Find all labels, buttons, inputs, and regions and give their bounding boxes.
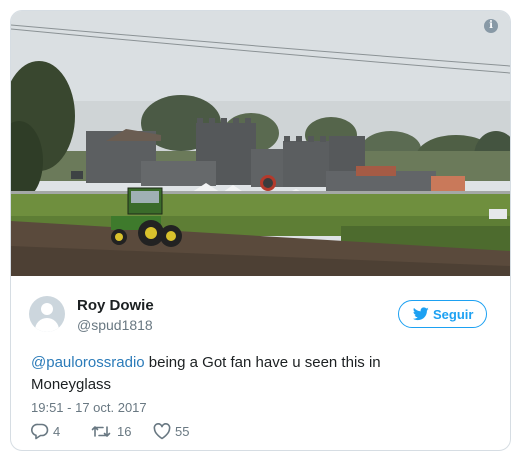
tweet-header: Roy Dowie @spud1818 Seguir	[11, 276, 510, 340]
tweet-photo[interactable]: i	[11, 11, 510, 276]
retweet-button[interactable]: 16	[91, 422, 141, 442]
reply-count: 4	[53, 424, 61, 439]
follow-button-label: Seguir	[433, 307, 474, 322]
mention-link[interactable]: @paulorossradio	[31, 354, 145, 371]
reply-button[interactable]: 4	[31, 422, 71, 442]
tweet-text: @paulorossradio being a Got fan have u s…	[31, 352, 491, 396]
info-icon[interactable]: i	[484, 19, 498, 33]
heart-icon	[153, 423, 171, 440]
reply-icon	[31, 423, 49, 440]
photo-castle-set	[11, 11, 510, 276]
tweet-timestamp[interactable]: 19:51 - 17 oct. 2017	[31, 400, 147, 415]
twitter-bird-icon	[413, 307, 429, 321]
follow-button[interactable]: Seguir	[398, 300, 487, 328]
like-button[interactable]: 55	[153, 422, 203, 442]
tweet-text-line1: being a Got fan have u seen this in	[144, 354, 381, 371]
default-avatar-icon[interactable]	[29, 296, 65, 332]
retweet-icon	[91, 426, 111, 437]
retweet-count: 16	[117, 424, 132, 439]
author-display-name[interactable]: Roy Dowie	[77, 297, 154, 314]
tweet-card: i Roy Dowie @spud1818 Seguir @paulorossr…	[10, 10, 511, 451]
author-handle[interactable]: @spud1818	[77, 317, 153, 333]
tweet-text-line2: Moneyglass	[31, 376, 112, 393]
like-count: 55	[175, 424, 190, 439]
